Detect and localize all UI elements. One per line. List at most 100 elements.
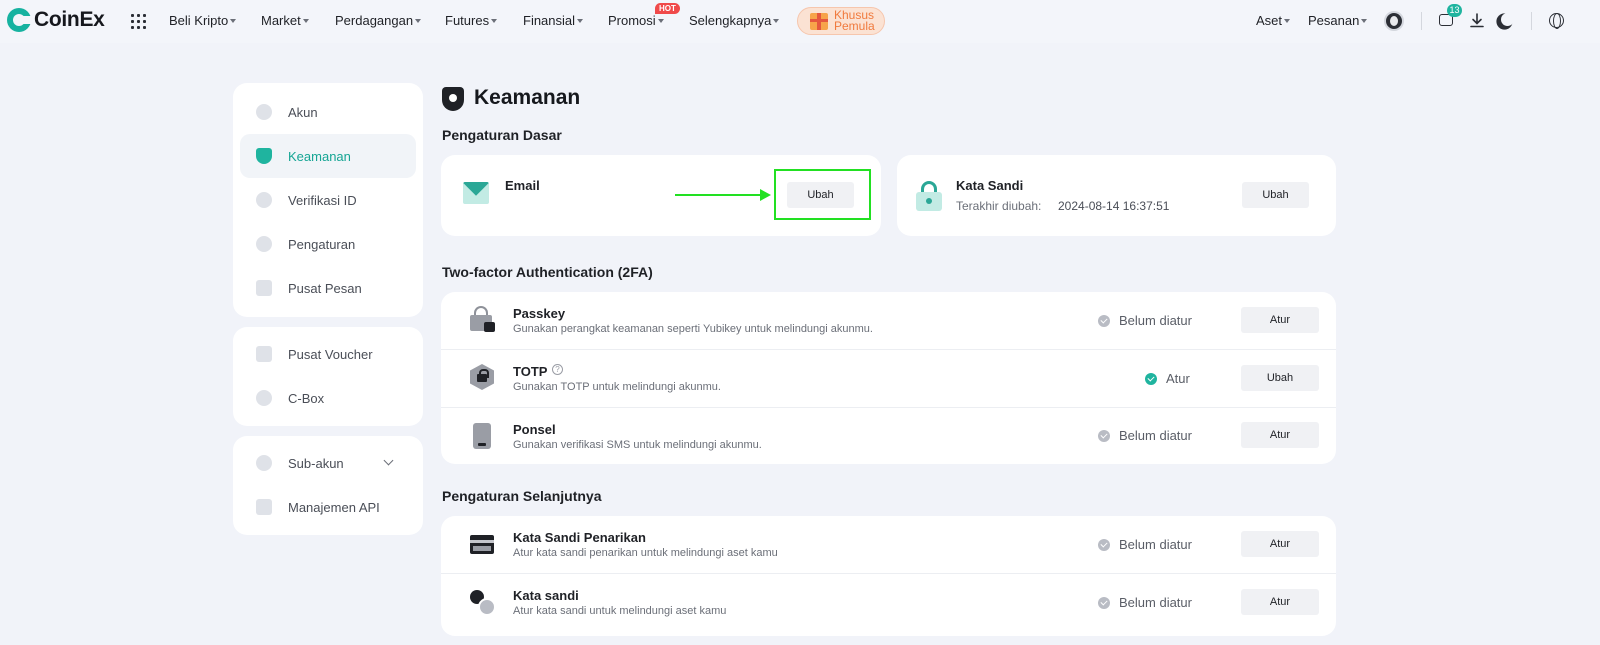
phone-status: Belum diatur — [1098, 428, 1192, 443]
nav-futures[interactable]: Futures — [445, 13, 498, 28]
lock-icon — [916, 181, 942, 211]
user-avatar[interactable] — [1384, 11, 1404, 31]
sidebar-item-pusat-voucher[interactable]: Pusat Voucher — [240, 332, 416, 376]
chevron-down-icon — [577, 19, 584, 23]
status-check-icon — [1145, 372, 1157, 385]
asset-password-title: Kata sandi — [513, 588, 579, 603]
language-globe-icon[interactable] — [1549, 13, 1564, 29]
nav-aset[interactable]: Aset — [1256, 13, 1291, 28]
promo-khusus-pemula-button[interactable]: Khusus Pemula — [797, 7, 885, 35]
sidebar-item-sub-akun[interactable]: Sub-akun — [240, 441, 416, 485]
sidebar-item-verifikasi-id[interactable]: Verifikasi ID — [240, 178, 416, 222]
withdrawal-password-status: Belum diatur — [1098, 537, 1192, 552]
brand-name: CoinEx — [34, 8, 105, 31]
sidebar-item-c-box[interactable]: C-Box — [240, 376, 416, 420]
page-title: Keamanan — [474, 86, 581, 109]
password-change-button[interactable]: Ubah — [1242, 182, 1309, 208]
password-last-changed-label: Terakhir diubah: — [956, 199, 1042, 213]
top-navigation-bar: CoinEx Beli Kripto Market Perdagangan Fu… — [0, 0, 1600, 43]
withdrawal-password-title: Kata Sandi Penarikan — [513, 530, 646, 545]
status-check-icon — [1098, 596, 1110, 609]
phone-setup-button[interactable]: Atur — [1241, 422, 1319, 448]
row-divider — [441, 349, 1336, 350]
sidebar-item-pusat-pesan[interactable]: Pusat Pesan — [240, 266, 416, 310]
nav-promosi[interactable]: Promosi — [608, 13, 664, 28]
totp-description: Gunakan TOTP untuk melindungi akunmu. — [513, 381, 721, 393]
sidebar-item-pengaturan[interactable]: Pengaturan — [240, 222, 416, 266]
email-label: Email — [505, 178, 540, 193]
passkey-title: Passkey — [513, 306, 566, 321]
chevron-down-icon — [230, 19, 237, 23]
status-check-icon — [1098, 429, 1110, 442]
shield-icon — [256, 148, 272, 164]
key-icon — [470, 590, 496, 616]
help-icon[interactable]: ? — [552, 364, 563, 375]
phone-title: Ponsel — [513, 422, 556, 437]
asset-password-setup-button[interactable]: Atur — [1241, 589, 1319, 615]
passkey-setup-button[interactable]: Atur — [1241, 307, 1319, 333]
annotation-highlight-box — [774, 169, 871, 220]
chevron-down-icon — [773, 19, 780, 23]
section-title-2fa: Two-factor Authentication (2FA) — [442, 264, 653, 280]
nav-market[interactable]: Market — [261, 13, 309, 28]
totp-change-button[interactable]: Ubah — [1241, 365, 1319, 391]
message-count-badge: 13 — [1447, 4, 1462, 17]
asset-password-description: Atur kata sandi untuk melindungi aset ka… — [513, 605, 727, 617]
message-center-icon — [256, 280, 272, 296]
download-icon[interactable] — [1470, 13, 1484, 28]
coinex-logo-icon — [7, 8, 31, 32]
sidebar-item-akun[interactable]: Akun — [240, 90, 416, 134]
status-check-icon — [1098, 538, 1110, 551]
sidebar-item-keamanan[interactable]: Keamanan — [240, 134, 416, 178]
nav-divider — [1421, 12, 1422, 30]
password-last-changed-value: 2024-08-14 16:37:51 — [1058, 199, 1170, 213]
id-verification-icon — [256, 192, 272, 208]
chevron-down-icon — [1284, 19, 1291, 23]
nav-perdagangan[interactable]: Perdagangan — [335, 13, 422, 28]
section-title-basic: Pengaturan Dasar — [442, 127, 562, 143]
apps-grid-icon[interactable] — [131, 14, 146, 29]
passkey-description: Gunakan perangkat keamanan seperti Yubik… — [513, 323, 873, 335]
totp-title: TOTP — [513, 364, 548, 379]
phone-icon — [473, 423, 491, 449]
nav-beli-kripto[interactable]: Beli Kripto — [169, 13, 237, 28]
api-icon — [256, 499, 272, 515]
nav-pesanan[interactable]: Pesanan — [1308, 13, 1368, 28]
nav-selengkapnya[interactable]: Selengkapnya — [689, 13, 780, 28]
nav-divider — [1531, 12, 1532, 30]
withdrawal-password-description: Atur kata sandi penarikan untuk melindun… — [513, 547, 778, 559]
sidebar-item-manajemen-api[interactable]: Manajemen API — [240, 485, 416, 529]
asset-password-status: Belum diatur — [1098, 595, 1192, 610]
chevron-down-icon — [302, 19, 309, 23]
passkey-status: Belum diatur — [1098, 313, 1192, 328]
sub-account-icon — [256, 455, 272, 471]
row-divider — [441, 407, 1336, 408]
chevron-down-icon — [415, 19, 422, 23]
password-label: Kata Sandi — [956, 178, 1024, 193]
sidebar-rewards-group: Pusat Voucher C-Box — [233, 327, 423, 426]
sidebar-account-group: Akun Keamanan Verifikasi ID Pengaturan P… — [233, 83, 423, 317]
totp-status: Atur — [1145, 371, 1190, 386]
chevron-down-icon — [383, 455, 394, 466]
coinex-logo[interactable]: CoinEx — [7, 8, 105, 32]
settings-icon — [256, 236, 272, 252]
passkey-lock-icon — [470, 306, 495, 332]
gift-icon — [810, 12, 828, 30]
hot-badge: HOT — [655, 3, 680, 14]
annotation-arrow-head — [760, 189, 771, 201]
account-icon — [256, 104, 272, 120]
nav-finansial[interactable]: Finansial — [523, 13, 584, 28]
sidebar-api-group: Sub-akun Manajemen API — [233, 436, 423, 535]
annotation-arrow-line — [675, 194, 763, 196]
withdrawal-card-icon — [470, 535, 494, 554]
row-divider — [441, 573, 1336, 574]
section-title-advanced: Pengaturan Selanjutnya — [442, 488, 602, 504]
chevron-down-icon — [657, 19, 664, 23]
dark-mode-moon-icon[interactable] — [1501, 13, 1514, 26]
withdrawal-password-setup-button[interactable]: Atur — [1241, 531, 1319, 557]
promo-line-2: Pemula — [834, 19, 875, 33]
security-shield-icon — [442, 87, 464, 111]
email-icon — [463, 182, 489, 204]
chevron-down-icon — [1361, 19, 1368, 23]
voucher-icon — [256, 346, 272, 362]
